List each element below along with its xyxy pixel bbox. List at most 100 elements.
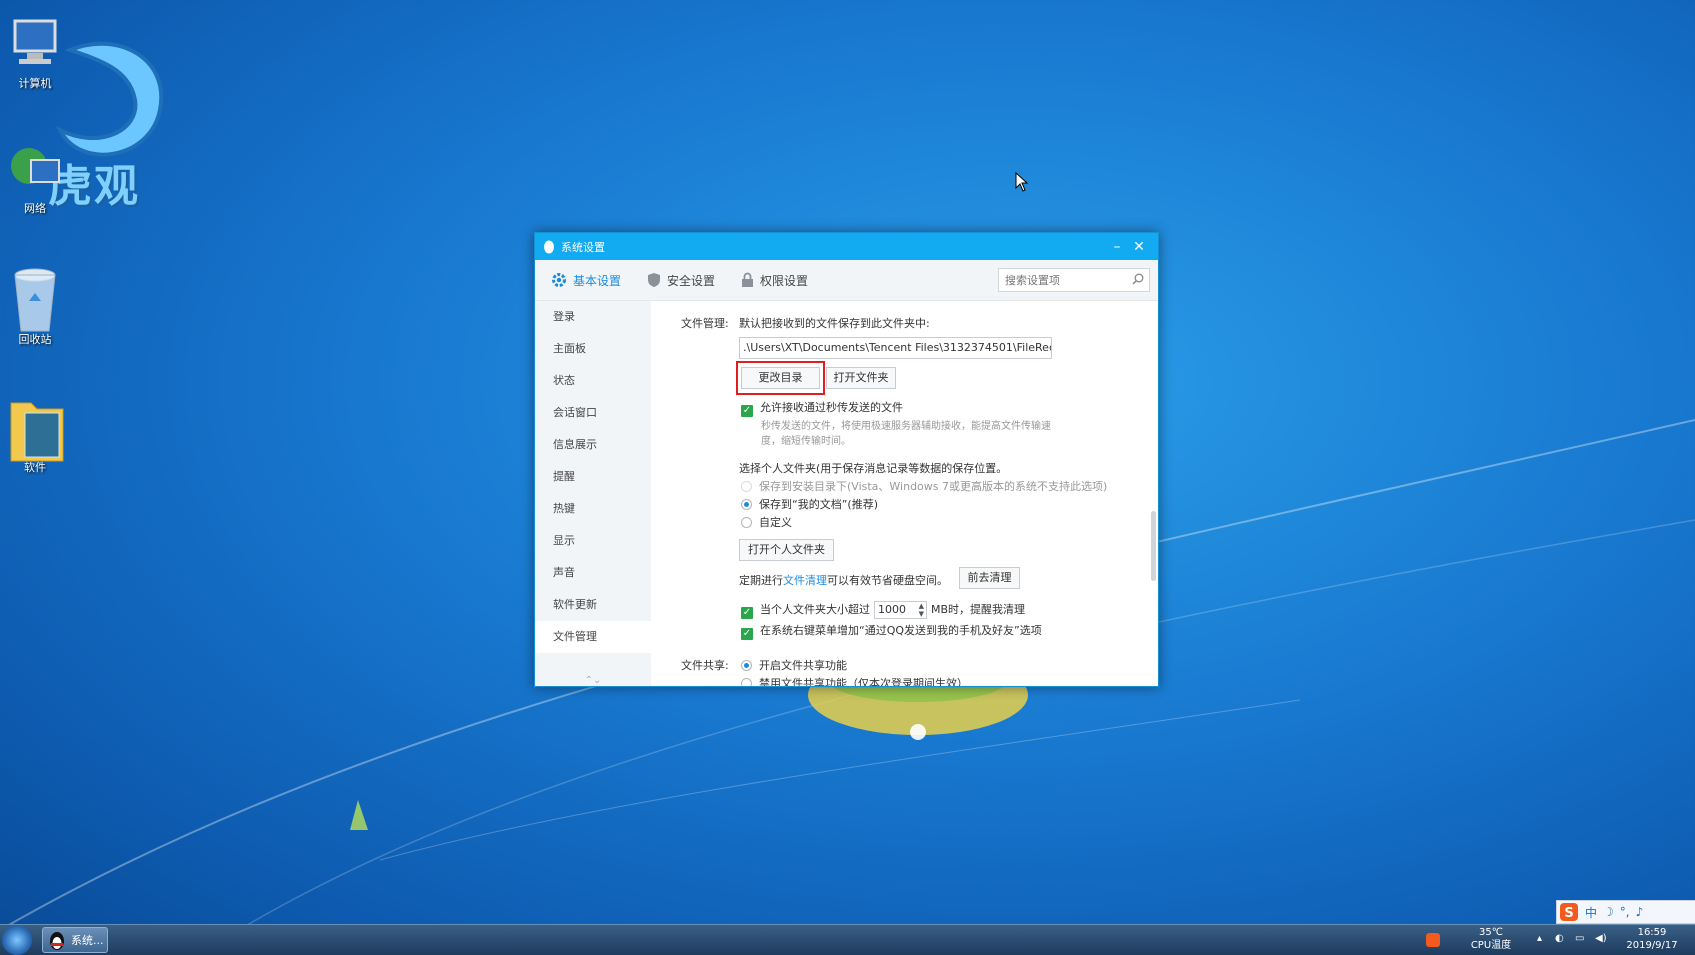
tray-expand-icon[interactable]: ▴ xyxy=(1537,933,1542,944)
radio-custom[interactable]: 自定义 xyxy=(741,514,792,530)
sidebar-item-display[interactable]: 显示 xyxy=(535,525,651,557)
context-menu-option[interactable]: ✓ 在系统右键菜单增加“通过QQ发送到我的手机及好友”选项 xyxy=(741,622,1042,640)
clock-date: 2019/9/17 xyxy=(1626,940,1678,951)
recycle-bin-icon xyxy=(7,265,63,332)
sidebar-item-sound[interactable]: 声音 xyxy=(535,557,651,589)
qq-penguin-icon xyxy=(544,240,554,253)
desktop-icon-label: 计算机 xyxy=(18,77,52,90)
moon-icon[interactable]: ☽ xyxy=(1603,905,1614,919)
search-icon[interactable] xyxy=(1127,273,1149,288)
tab-permission-settings[interactable]: 权限设置 xyxy=(741,272,808,289)
settings-sidebar: 登录 主面板 状态 会话窗口 信息展示 提醒 热键 显示 声音 软件更新 文件管… xyxy=(535,301,651,686)
folder-icon xyxy=(7,395,64,462)
radio-enable-share[interactable]: 开启文件共享功能 xyxy=(741,657,847,673)
context-menu-label: 在系统右键菜单增加“通过QQ发送到我的手机及好友”选项 xyxy=(760,624,1042,637)
cleanup-prefix: 定期进行 xyxy=(739,574,783,587)
fast-transfer-desc-1: 秒传发送的文件，将使用极速服务器辅助接收，能提高文件传输速 xyxy=(761,421,1051,432)
size-reminder-option[interactable]: ✓ 当个人文件夹大小超过 1000 ▲ ▼ MB时，提醒我清理 xyxy=(741,601,1025,619)
size-limit-value: 1000 xyxy=(878,603,906,616)
microphone-icon[interactable]: ♪ xyxy=(1636,905,1644,919)
window-title: 系统设置 xyxy=(561,240,605,254)
tab-label: 基本设置 xyxy=(573,273,622,288)
size-limit-stepper[interactable]: 1000 ▲ ▼ xyxy=(874,601,927,619)
save-path-field[interactable]: .\Users\XT\Documents\Tencent Files\31323… xyxy=(739,337,1052,359)
sogou-s-icon: S xyxy=(1560,903,1578,921)
stepper-arrows-icon[interactable]: ▲ ▼ xyxy=(919,602,924,618)
radio-install-dir[interactable]: 保存到安装目录下(Vista、Windows 7或更高版本的系统不支持此选项) xyxy=(741,478,1107,494)
clock[interactable]: 16:59 2019/9/17 xyxy=(1617,926,1687,952)
search-input[interactable] xyxy=(999,272,1127,288)
settings-content: 文件管理: 默认把接收到的文件保存到此文件夹中: .\Users\XT\Docu… xyxy=(651,301,1158,686)
settings-search[interactable] xyxy=(998,268,1150,292)
fast-transfer-desc-2: 度，缩短传输时间。 xyxy=(761,436,851,447)
minimize-button[interactable]: – xyxy=(1106,239,1128,255)
checkbox-checked-icon[interactable]: ✓ xyxy=(741,607,753,619)
computer-icon xyxy=(7,15,63,71)
section-label-file-share: 文件共享: xyxy=(681,659,729,672)
radio-my-documents-label: 保存到“我的文档”(推荐) xyxy=(759,498,878,511)
radio-disabled-icon[interactable] xyxy=(741,481,752,492)
lock-icon xyxy=(742,272,754,287)
sidebar-item-login[interactable]: 登录 xyxy=(535,301,651,333)
network-tray-icon[interactable]: ▭ xyxy=(1575,933,1584,944)
sidebar-scroll-more-icon[interactable]: ⌃⌄ xyxy=(535,675,651,686)
open-folder-button[interactable]: 打开文件夹 xyxy=(826,367,896,389)
radio-my-documents[interactable]: 保存到“我的文档”(推荐) xyxy=(741,496,878,512)
taskbar-item-label: 系统... xyxy=(71,934,104,947)
tab-label: 权限设置 xyxy=(760,273,809,288)
save-location-desc: 默认把接收到的文件保存到此文件夹中: xyxy=(739,317,930,330)
title-bar[interactable]: 系统设置 – ✕ xyxy=(535,233,1158,260)
sidebar-item-chat-window[interactable]: 会话窗口 xyxy=(535,397,651,429)
qq-tray-icon[interactable]: ◐ xyxy=(1555,933,1564,944)
system-settings-window: 系统设置 – ✕ 基本设置 安全设置 权限设置 登录 主面板 状态 会话窗口 信… xyxy=(534,232,1159,687)
shield-icon xyxy=(648,273,661,287)
sidebar-item-hotkeys[interactable]: 热键 xyxy=(535,493,651,525)
punctuation-icon[interactable]: °, xyxy=(1620,905,1630,919)
open-personal-folder-button[interactable]: 打开个人文件夹 xyxy=(739,539,834,561)
go-cleanup-button[interactable]: 前去清理 xyxy=(959,567,1020,589)
mouse-cursor-icon xyxy=(1015,172,1029,192)
content-scrollbar[interactable] xyxy=(1151,511,1156,581)
sidebar-item-file-management[interactable]: 文件管理 xyxy=(535,621,651,653)
start-button[interactable] xyxy=(2,925,32,955)
desktop-icon-label: 网络 xyxy=(24,202,46,215)
ime-toolbar[interactable]: S 中 ☽ °, ♪ xyxy=(1556,900,1695,924)
desktop-icon-recycle-bin[interactable]: 回收站 xyxy=(0,265,75,347)
cpu-temperature: 35℃ xyxy=(1479,927,1503,938)
radio-empty-icon[interactable] xyxy=(741,678,752,686)
tab-security-settings[interactable]: 安全设置 xyxy=(647,272,715,289)
checkbox-checked-icon[interactable]: ✓ xyxy=(741,405,753,417)
svg-text:S: S xyxy=(1564,906,1573,921)
checkbox-checked-icon[interactable]: ✓ xyxy=(741,628,753,640)
radio-selected-icon[interactable] xyxy=(741,660,752,671)
radio-install-dir-label: 保存到安装目录下(Vista、Windows 7或更高版本的系统不支持此选项) xyxy=(759,480,1108,493)
qq-penguin-icon xyxy=(50,932,64,950)
sidebar-item-reminder[interactable]: 提醒 xyxy=(535,461,651,493)
sidebar-item-software-update[interactable]: 软件更新 xyxy=(535,589,651,621)
desktop-icon-software[interactable]: 软件 xyxy=(0,395,75,475)
desktop-icon-network[interactable]: 网络 xyxy=(0,140,75,216)
personal-folder-desc: 选择个人文件夹(用于保存消息记录等数据的保存位置。 xyxy=(739,462,1008,475)
ime-mode-label[interactable]: 中 xyxy=(1585,904,1597,921)
section-label-file-management: 文件管理: xyxy=(681,317,729,330)
close-button[interactable]: ✕ xyxy=(1128,239,1150,255)
taskbar-item-settings[interactable]: 系统... xyxy=(42,927,108,953)
taskbar: 系统... 35℃ CPU温度 ▴ ◐ ▭ ◀) 16:59 2019/9/17 xyxy=(0,924,1695,955)
tab-basic-settings[interactable]: 基本设置 xyxy=(551,272,621,289)
system-tray: 35℃ CPU温度 ▴ ◐ ▭ ◀) 16:59 2019/9/17 xyxy=(1425,925,1695,955)
cleanup-desc: 定期进行文件清理可以有效节省硬盘空间。 xyxy=(739,572,948,588)
change-directory-button[interactable]: 更改目录 xyxy=(741,367,820,389)
settings-tabs: 基本设置 安全设置 权限设置 xyxy=(535,260,1158,301)
radio-empty-icon[interactable] xyxy=(741,517,752,528)
radio-disable-share[interactable]: 禁用文件共享功能（仅本次登录期间生效） xyxy=(741,675,968,686)
file-cleanup-link[interactable]: 文件清理 xyxy=(783,574,827,587)
allow-fast-transfer-option[interactable]: ✓ 允许接收通过秒传发送的文件 xyxy=(741,399,903,417)
sidebar-item-status[interactable]: 状态 xyxy=(535,365,651,397)
sogou-tray-icon[interactable] xyxy=(1425,932,1441,948)
disable-share-label: 禁用文件共享功能（仅本次登录期间生效） xyxy=(759,677,968,686)
radio-selected-icon[interactable] xyxy=(741,499,752,510)
desktop-icon-computer[interactable]: 计算机 xyxy=(0,15,75,91)
sidebar-item-main-panel[interactable]: 主面板 xyxy=(535,333,651,365)
volume-icon[interactable]: ◀) xyxy=(1595,933,1607,944)
sidebar-item-info-display[interactable]: 信息展示 xyxy=(535,429,651,461)
